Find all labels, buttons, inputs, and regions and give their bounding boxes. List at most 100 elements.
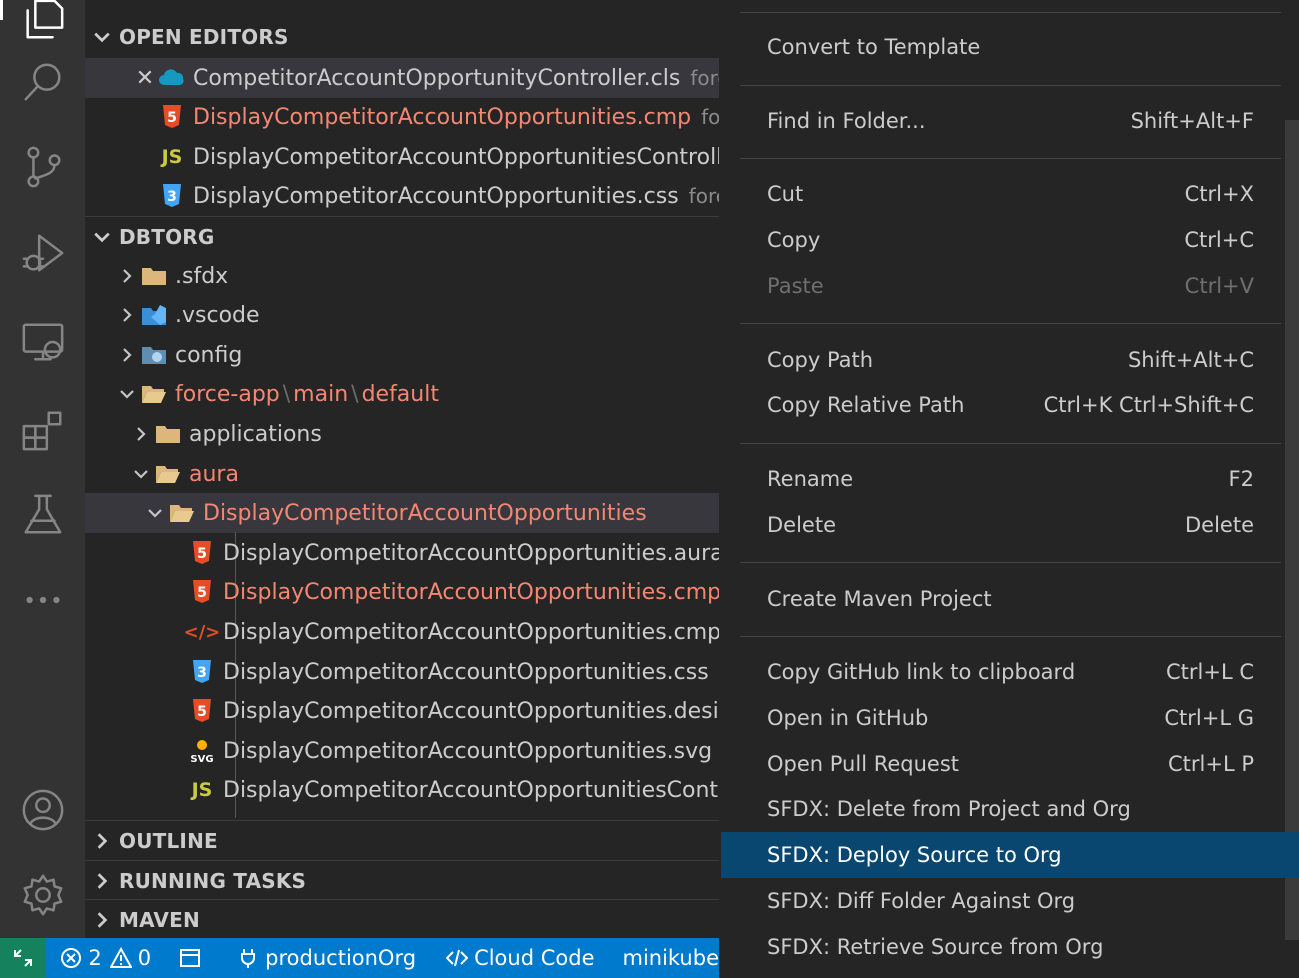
menu-item-paste: Paste Ctrl+V <box>767 274 1254 298</box>
tree-folder-force-app[interactable]: force-app \ main \ default <box>85 374 719 414</box>
tree-folder-vscode[interactable]: .vscode <box>85 295 719 335</box>
chevron-down-icon <box>85 228 119 246</box>
open-editor-name: DisplayCompetitorAccountOpportunities.cs… <box>193 183 679 209</box>
open-editor-path: force <box>690 66 719 90</box>
chevron-down-icon <box>85 28 119 46</box>
open-editor-item[interactable]: JS DisplayCompetitorAccountOpportunities… <box>85 137 719 177</box>
tree-file[interactable]: SVG DisplayCompetitorAccountOpportunitie… <box>85 731 719 771</box>
svg-text:5: 5 <box>167 110 177 126</box>
open-editor-path: force- <box>688 184 719 208</box>
html5-icon: 5 <box>187 538 217 568</box>
code-icon <box>446 949 469 967</box>
config-folder-icon <box>139 340 169 370</box>
html5-icon: 5 <box>187 696 217 726</box>
tree-file[interactable]: 5 DisplayCompetitorAccountOpportunities.… <box>85 572 719 612</box>
svg-text:SVG: SVG <box>190 754 213 764</box>
source-control-icon[interactable] <box>0 127 85 207</box>
menu-item-copy[interactable]: Copy Ctrl+C <box>740 217 1281 263</box>
menu-item-copy-github-link[interactable]: Copy GitHub link to clipboard Ctrl+L C <box>740 649 1281 695</box>
folder-icon <box>139 261 169 291</box>
explorer-sidebar: OPEN EDITORS ✕ CompetitorAccountOpportun… <box>85 0 719 938</box>
menu-item-copy-relative-path[interactable]: Copy Relative Path Ctrl+K Ctrl+Shift+C <box>740 382 1281 428</box>
run-debug-icon[interactable] <box>0 213 85 293</box>
svg-text:5: 5 <box>197 585 207 601</box>
activity-bar <box>0 0 85 938</box>
tree-file[interactable]: 5 DisplayCompetitorAccountOpportunities.… <box>85 691 719 731</box>
open-editors-header[interactable]: OPEN EDITORS <box>85 17 719 57</box>
search-icon[interactable] <box>0 42 85 122</box>
more-icon[interactable] <box>0 560 85 640</box>
open-editor-item[interactable]: 5 DisplayCompetitorAccountOpportunities.… <box>85 97 719 137</box>
context-menu: Convert to Template Find in Folder... Shi… <box>721 0 1299 978</box>
chevron-down-icon <box>129 462 153 486</box>
accounts-icon[interactable] <box>0 770 85 850</box>
vscode-folder-icon <box>139 300 169 330</box>
open-editor-name: DisplayCompetitorAccountOpportunities.cm… <box>193 104 692 130</box>
menu-item-sfdx-deploy[interactable]: SFDX: Deploy Source to Org <box>721 832 1299 878</box>
tree-file[interactable]: 5 DisplayCompetitorAccountOpportunities.… <box>85 533 719 573</box>
running-tasks-header[interactable]: RUNNING TASKS <box>85 860 719 900</box>
css3-icon: 3 <box>157 181 187 211</box>
js-icon: JS <box>161 146 183 168</box>
warning-icon <box>109 947 132 968</box>
open-editor-item[interactable]: 3 DisplayCompetitorAccountOpportunities.… <box>85 176 719 216</box>
testing-icon[interactable] <box>0 475 85 555</box>
problems-indicator[interactable]: 2 0 <box>60 946 151 970</box>
open-editor-name: CompetitorAccountOpportunityController.c… <box>193 65 681 91</box>
org-indicator[interactable]: productionOrg <box>237 946 416 970</box>
error-icon <box>61 948 82 968</box>
scrollbar[interactable] <box>1285 120 1299 940</box>
tree-folder-component[interactable]: DisplayCompetitorAccountOpportunities <box>85 493 719 533</box>
menu-item-delete[interactable]: Delete Delete <box>740 502 1281 548</box>
cluster-indicator[interactable]: minikube <box>622 946 719 970</box>
chevron-right-icon <box>85 832 119 850</box>
menu-separator <box>740 323 1281 324</box>
chevron-down-icon <box>143 501 167 525</box>
salesforce-icon <box>157 63 187 93</box>
folder-open-icon <box>139 379 169 409</box>
tree-folder-config[interactable]: config <box>85 335 719 375</box>
menu-item-rename[interactable]: Rename F2 <box>740 456 1281 502</box>
folder-icon <box>153 419 183 449</box>
settings-gear-icon[interactable] <box>0 855 85 935</box>
menu-separator <box>740 562 1281 563</box>
remote-explorer-icon[interactable] <box>0 302 85 382</box>
menu-item-cut[interactable]: Cut Ctrl+X <box>740 171 1281 217</box>
outline-header[interactable]: OUTLINE <box>85 820 719 860</box>
folder-open-icon <box>167 498 197 528</box>
extensions-icon[interactable] <box>0 390 85 470</box>
menu-item-sfdx-retrieve[interactable]: SFDX: Retrieve Source from Org <box>740 924 1281 970</box>
menu-item-find-in-folder[interactable]: Find in Folder... Shift+Alt+F <box>740 98 1281 144</box>
menu-item-create-maven-project[interactable]: Create Maven Project <box>740 576 1281 622</box>
chevron-right-icon <box>85 911 119 929</box>
menu-item-open-pull-request[interactable]: Open Pull Request Ctrl+L P <box>740 741 1281 787</box>
tree-file[interactable]: </> DisplayCompetitorAccountOpportunitie… <box>85 612 719 652</box>
tree-folder-aura[interactable]: aura <box>85 454 719 494</box>
panel-toggle[interactable] <box>179 947 207 969</box>
menu-separator <box>740 85 1281 86</box>
tree-folder-sfdx[interactable]: .sfdx <box>85 256 719 296</box>
chevron-right-icon <box>129 422 153 446</box>
workspace-header[interactable]: DBTORG <box>85 216 719 256</box>
menu-item-open-in-github[interactable]: Open in GitHub Ctrl+L G <box>740 695 1281 741</box>
menu-item-copy-path[interactable]: Copy Path Shift+Alt+C <box>740 337 1281 383</box>
folder-open-icon <box>153 459 183 489</box>
menu-separator <box>740 12 1281 13</box>
tree-file[interactable]: JS DisplayCompetitorAccountOpportunities… <box>85 770 719 810</box>
cloud-code-indicator[interactable]: Cloud Code <box>446 946 594 970</box>
css3-icon: 3 <box>187 657 217 687</box>
close-icon[interactable]: ✕ <box>133 66 157 91</box>
maven-header[interactable]: MAVEN <box>85 899 719 938</box>
menu-separator <box>740 636 1281 637</box>
tree-folder-applications[interactable]: applications <box>85 414 719 454</box>
chevron-right-icon <box>115 264 139 288</box>
menu-item-sfdx-delete[interactable]: SFDX: Delete from Project and Org <box>740 786 1281 832</box>
svg-text:3: 3 <box>197 665 207 681</box>
open-editor-item[interactable]: ✕ CompetitorAccountOpportunityController… <box>85 58 719 98</box>
tree-file[interactable]: 3 DisplayCompetitorAccountOpportunities.… <box>85 652 719 692</box>
menu-separator <box>740 158 1281 159</box>
remote-icon <box>14 949 33 967</box>
menu-item-sfdx-diff-folder[interactable]: SFDX: Diff Folder Against Org <box>740 878 1281 924</box>
menu-item-convert-to-template[interactable]: Convert to Template <box>740 24 1281 70</box>
remote-indicator[interactable] <box>0 938 47 978</box>
